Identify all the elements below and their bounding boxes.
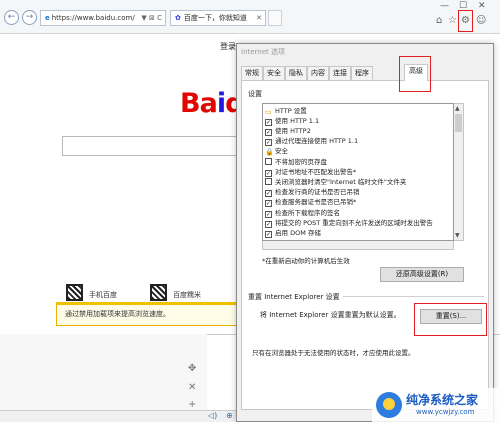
checkbox-checked-icon: ✓ bbox=[265, 221, 272, 228]
qr-label-mobile[interactable]: 手机百度 bbox=[89, 290, 117, 300]
checkbox-checked-icon: ✓ bbox=[265, 129, 272, 136]
forward-icon[interactable]: → bbox=[22, 10, 37, 25]
reset-group: 重置 Internet Explorer 设置 将 Internet Explo… bbox=[248, 292, 487, 392]
settings-scrollbar[interactable]: ▲ ▼ bbox=[454, 103, 464, 241]
checkbox-checked-icon: ✓ bbox=[265, 119, 272, 126]
favorites-icon[interactable]: ☆ bbox=[448, 15, 457, 26]
lower-gray-area bbox=[0, 334, 207, 410]
reset-warning: 只有在浏览器处于无法使用的状态时，才应使用此设置。 bbox=[252, 349, 415, 357]
tab-baidu[interactable]: ✿ 百度一下，你就知道 ✕ bbox=[170, 10, 266, 26]
reset-highlight-box bbox=[414, 303, 487, 336]
scroll-up-icon[interactable]: ▲ bbox=[455, 105, 460, 112]
scroll-thumb[interactable] bbox=[455, 114, 462, 132]
address-text: https://www.baidu.com/ bbox=[51, 14, 135, 22]
checkbox-unchecked-icon bbox=[265, 178, 272, 185]
list-item[interactable]: 关闭浏览器时清空"Internet 临时文件"文件夹 bbox=[265, 177, 406, 187]
advanced-tab-highlight-box bbox=[399, 56, 431, 92]
internet-options-dialog: Internet 选项 常规 安全 隐私 内容 连接 程序 高级 设置 ▭ HTT… bbox=[236, 43, 494, 422]
move-icon[interactable]: ✥ bbox=[188, 363, 196, 374]
new-tab-button[interactable] bbox=[268, 10, 282, 26]
address-bar[interactable]: e https://www.baidu.com/ ▼ ⊠ C bbox=[40, 10, 166, 26]
tab-content[interactable]: 内容 bbox=[307, 66, 329, 80]
list-item[interactable]: ✓ 将提交的 POST 重定向到不允许发送的区域时发出警告 bbox=[265, 218, 433, 228]
browser-toolbar: ← → e https://www.baidu.com/ ▼ ⊠ C ✿ 百度一下，… bbox=[0, 0, 500, 34]
ie-logo-icon: e bbox=[45, 14, 50, 22]
plus-icon[interactable]: + bbox=[188, 399, 196, 410]
checkbox-checked-icon: ✓ bbox=[265, 231, 272, 238]
reset-description: 将 Internet Explorer 设置重置为默认设置。 bbox=[260, 311, 401, 319]
watermark-logo-icon bbox=[376, 392, 402, 418]
list-item[interactable]: 不将加密的页存盘 bbox=[265, 157, 327, 167]
tab-programs[interactable]: 程序 bbox=[351, 66, 373, 80]
search-input[interactable] bbox=[62, 136, 242, 156]
address-controls[interactable]: ▼ ⊠ C bbox=[141, 11, 162, 25]
minimize-button[interactable]: — bbox=[440, 1, 449, 11]
close-button[interactable]: ✕ bbox=[478, 1, 486, 11]
checkbox-checked-icon: ✓ bbox=[265, 200, 272, 207]
speaker-icon[interactable]: ◁) bbox=[208, 411, 217, 420]
list-item[interactable]: ✓ 通过代理连接使用 HTTP 1.1 bbox=[265, 136, 358, 146]
tab-connections[interactable]: 连接 bbox=[329, 66, 351, 80]
checkbox-checked-icon: ✓ bbox=[265, 139, 272, 146]
list-item[interactable]: ✓ 检查发行商的证书是否已吊销 bbox=[265, 187, 360, 197]
smiley-icon[interactable]: ☺ bbox=[476, 15, 486, 26]
gear-highlight-box bbox=[458, 10, 473, 32]
list-item[interactable]: ✓ 启用 DOM 存储 bbox=[265, 228, 321, 238]
tab-general[interactable]: 常规 bbox=[241, 66, 263, 80]
tab-security[interactable]: 安全 bbox=[263, 66, 285, 80]
list-item[interactable]: ✓ 检查服务器证书是否已吊销* bbox=[265, 197, 356, 207]
dialog-title: Internet 选项 bbox=[241, 48, 286, 56]
zoom-icon[interactable]: ⊕ bbox=[226, 411, 233, 420]
list-item[interactable]: ✓ 使用 HTTP2 bbox=[265, 126, 311, 136]
login-link[interactable]: 登录 bbox=[220, 41, 236, 52]
restore-advanced-button[interactable]: 还原高级设置(R) bbox=[380, 267, 464, 282]
qr-label-nuomi[interactable]: 百度糯米 bbox=[173, 290, 201, 300]
back-icon[interactable]: ← bbox=[4, 10, 19, 25]
notice-text: 通过禁用加载项来提高浏览速度。 bbox=[65, 310, 170, 318]
list-item[interactable]: ✓ 使用 HTTP 1.1 bbox=[265, 116, 319, 126]
tab-close-icon[interactable]: ✕ bbox=[256, 11, 262, 25]
watermark-title: 纯净系统之家 bbox=[406, 393, 479, 407]
notification-bar: 通过禁用加载项来提高浏览速度。 bbox=[56, 302, 256, 326]
home-icon[interactable]: ⌂ bbox=[436, 15, 442, 26]
scroll-down-icon[interactable]: ▼ bbox=[455, 232, 460, 239]
restart-note: *在重新启动你的计算机后生效 bbox=[262, 257, 350, 265]
horizontal-scrollbar[interactable] bbox=[262, 241, 454, 250]
tab-privacy[interactable]: 隐私 bbox=[285, 66, 307, 80]
advanced-panel: 设置 ▭ HTTP 设置 ✓ 使用 HTTP 1.1 ✓ 使用 HTTP2 ✓ 通过代理… bbox=[241, 80, 489, 410]
watermark: 纯净系统之家 www.ycwjzy.com bbox=[372, 388, 500, 422]
lock-icon: 🔒 bbox=[265, 148, 274, 156]
settings-label: 设置 bbox=[248, 90, 262, 98]
qr-code-icon bbox=[150, 284, 167, 301]
folder-icon: ▭ bbox=[265, 108, 272, 116]
qr-code-icon bbox=[66, 284, 83, 301]
checkbox-unchecked-icon bbox=[265, 158, 272, 165]
reset-group-title: 重置 Internet Explorer 设置 bbox=[248, 292, 343, 302]
checkbox-checked-icon: ✓ bbox=[265, 190, 272, 197]
list-item: 🔒安全 bbox=[265, 147, 288, 156]
settings-list[interactable]: ▭ HTTP 设置 ✓ 使用 HTTP 1.1 ✓ 使用 HTTP2 ✓ 通过代理连接使… bbox=[262, 103, 454, 241]
list-item[interactable]: ✓ 对证书地址不匹配发出警告* bbox=[265, 167, 356, 177]
baidu-favicon-icon: ✿ bbox=[175, 14, 181, 22]
tab-title: 百度一下，你就知道 bbox=[183, 14, 247, 22]
list-item: ▭ HTTP 设置 bbox=[265, 107, 307, 116]
close-icon[interactable]: ✕ bbox=[188, 382, 196, 393]
checkbox-checked-icon: ✓ bbox=[265, 170, 272, 177]
checkbox-checked-icon: ✓ bbox=[265, 211, 272, 218]
list-item[interactable]: ✓ 检查所下载程序的签名 bbox=[265, 208, 340, 218]
watermark-url: www.ycwjzy.com bbox=[416, 408, 475, 416]
group-divider bbox=[320, 296, 484, 297]
